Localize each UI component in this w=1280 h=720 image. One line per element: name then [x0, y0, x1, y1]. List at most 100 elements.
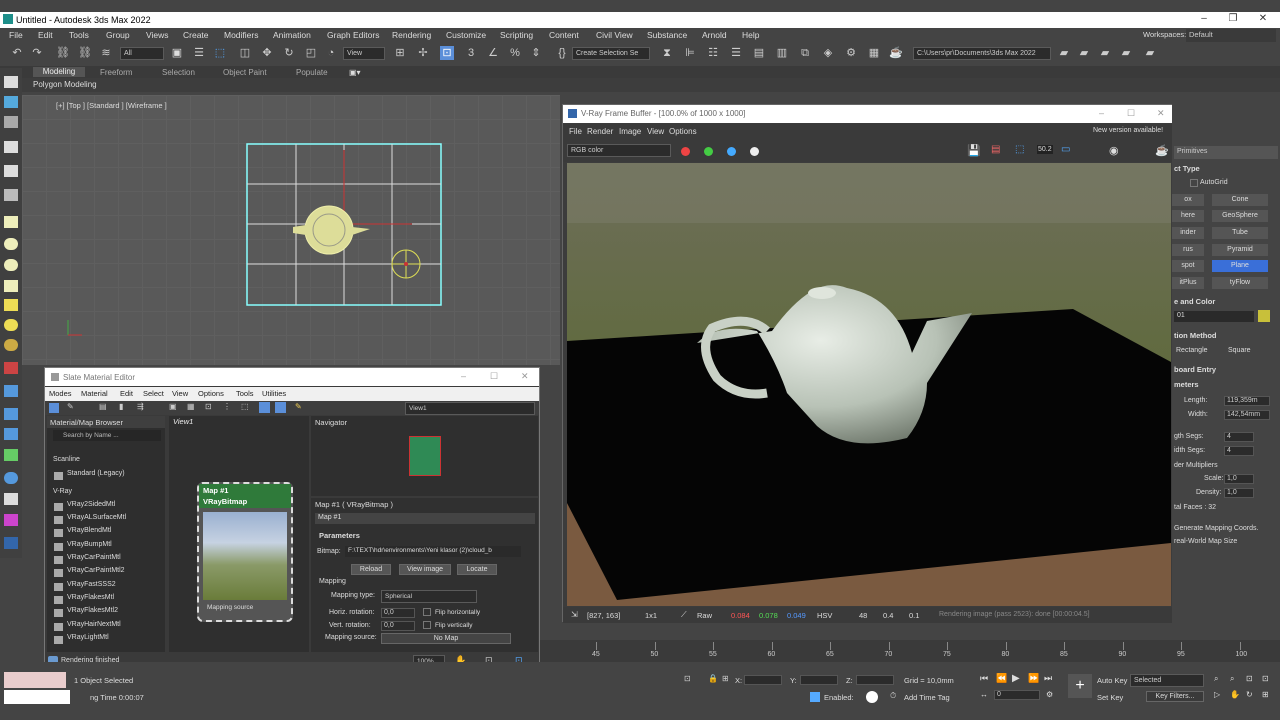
display-icon[interactable]	[4, 165, 18, 177]
reload-button[interactable]: Reload	[351, 564, 391, 575]
layout-all-icon[interactable]: ⊡	[205, 402, 212, 411]
light-tool-icon[interactable]	[4, 299, 18, 311]
list-item[interactable]: VRayCarPaintMtl	[54, 554, 121, 566]
utilities-icon[interactable]	[4, 189, 18, 201]
select-tool-icon[interactable]	[49, 403, 59, 413]
z-coord-input[interactable]	[856, 675, 894, 685]
torus-button[interactable]: rus	[1172, 244, 1204, 256]
toggle-layer-explorer-icon[interactable]: ☰	[729, 46, 743, 60]
bind-space-warp-icon[interactable]: ≋	[99, 46, 113, 60]
polygon-modeling-label[interactable]: Polygon Modeling	[33, 80, 97, 89]
menu-modifiers[interactable]: Modifiers	[224, 30, 258, 40]
sme-menu-modes[interactable]: Modes	[49, 389, 72, 398]
vfb-menu-image[interactable]: Image	[619, 127, 641, 136]
cone-tool-icon[interactable]	[4, 280, 18, 292]
timeline[interactable]: 45 50 55 60 65 70 75 80 85 90 95 100	[540, 640, 1280, 662]
vray-tool-icon[interactable]	[4, 493, 18, 505]
create-icon[interactable]	[4, 76, 18, 88]
sphere-tool-icon[interactable]	[4, 238, 18, 250]
render-map-icon[interactable]: ✎	[295, 402, 302, 411]
material-map-browser-icon[interactable]: ⬚	[241, 402, 249, 411]
horiz-rotation-input[interactable]: 0,0	[381, 608, 415, 618]
minimize-icon[interactable]: –	[1196, 13, 1212, 24]
show-map-icon[interactable]: ▣	[169, 402, 177, 411]
navigator-preview[interactable]	[409, 436, 441, 476]
keyboard-shortcut-toggle-icon[interactable]: ⊡	[440, 46, 454, 60]
list-item[interactable]: VRay2SidedMtl	[53, 501, 115, 513]
toggle-scene-explorer-icon[interactable]: ☷	[706, 46, 720, 60]
named-selection-set-select[interactable]: Create Selection Se	[572, 47, 650, 60]
spinner-snap-icon[interactable]: ⇕	[529, 46, 543, 60]
view-select[interactable]: View1	[405, 402, 535, 415]
rotate-icon[interactable]: ↻	[282, 46, 296, 60]
key-filters-button[interactable]: Key Filters...	[1146, 691, 1204, 702]
material-editor-icon[interactable]: ◈	[821, 46, 835, 60]
project-settings-icon[interactable]: ▰	[1119, 46, 1133, 60]
vfb-menu-file[interactable]: File	[569, 127, 582, 136]
raw-mode[interactable]: Raw	[697, 611, 712, 620]
tab-object-paint[interactable]: Object Paint	[223, 68, 267, 77]
vfb-menu-options[interactable]: Options	[669, 127, 697, 136]
move-children-icon[interactable]: ⇶	[137, 402, 144, 411]
sme-menu-edit[interactable]: Edit	[120, 389, 133, 398]
vfb-menu-view[interactable]: View	[647, 127, 664, 136]
menu-rendering[interactable]: Rendering	[392, 30, 431, 40]
list-item[interactable]: VRayHairNextMtl	[54, 621, 121, 633]
menu-group[interactable]: Group	[106, 30, 130, 40]
scale-icon[interactable]: ◰	[304, 46, 318, 60]
parameters-rollout-cmd[interactable]: meters	[1174, 380, 1199, 389]
camera-tool-icon[interactable]	[4, 428, 18, 440]
cone-button[interactable]: Cone	[1212, 194, 1268, 206]
maximize-viewport-icon[interactable]: ⊞	[1262, 690, 1269, 699]
name-color-rollout[interactable]: e and Color	[1174, 297, 1215, 306]
ribbon-options-icon[interactable]: ▣▾	[349, 68, 361, 77]
scanline-group[interactable]: Scanline	[53, 456, 80, 463]
cylinder-tool-icon[interactable]	[4, 259, 18, 271]
assign-material-icon[interactable]: ▤	[99, 402, 107, 411]
cylinder-button[interactable]: inder	[1172, 227, 1204, 239]
motion-icon[interactable]	[4, 141, 18, 153]
pick-material-icon[interactable]: ✎	[67, 402, 74, 411]
map-name-field[interactable]: Map #1	[315, 513, 535, 524]
keyboard-entry-rollout[interactable]: board Entry	[1174, 365, 1216, 374]
workspace-select[interactable]: Default	[1186, 29, 1276, 42]
square-radio[interactable]: Square	[1228, 347, 1251, 354]
manipulate-icon[interactable]: ✢	[416, 46, 430, 60]
bitmap-path-field[interactable]: F:\TEXT\hdr\environments\Yeni klasor (2)…	[345, 546, 521, 557]
tab-modeling[interactable]: Modeling	[33, 67, 85, 77]
menu-create[interactable]: Create	[183, 30, 209, 40]
vfb-maximize-icon[interactable]: ☐	[1127, 108, 1135, 119]
toggle-ribbon-icon[interactable]: ▤	[752, 46, 766, 60]
create-project-icon[interactable]: ▰	[1098, 46, 1112, 60]
modify-icon[interactable]	[4, 96, 18, 108]
rect-selection-icon[interactable]: ⬚	[213, 46, 227, 60]
move-icon[interactable]: ✥	[260, 46, 274, 60]
color-space[interactable]: HSV	[817, 611, 832, 620]
auto-key-button[interactable]: Auto Key	[1097, 676, 1127, 685]
tab-populate[interactable]: Populate	[296, 68, 328, 77]
current-frame-input[interactable]: 0	[994, 690, 1040, 700]
pyramid-button[interactable]: Pyramid	[1212, 244, 1268, 256]
object-type-rollout[interactable]: ct Type	[1174, 164, 1200, 173]
set-key-button[interactable]: Set Key	[1097, 693, 1123, 702]
map-node[interactable]: Map #1 VRayBitmap Mapping source	[197, 482, 293, 622]
redo-icon[interactable]: ↷	[30, 46, 44, 60]
locate-button[interactable]: Locate	[457, 564, 497, 575]
pivot-center-icon[interactable]: ⊞	[393, 46, 407, 60]
browser-search-input[interactable]: Search by Name ...	[53, 430, 161, 441]
vfb-menu-render[interactable]: Render	[587, 127, 613, 136]
list-item[interactable]: VRayALSurfaceMtl	[53, 514, 126, 526]
menu-views[interactable]: Views	[146, 30, 169, 40]
project-folder-icon[interactable]: ▰	[1057, 46, 1071, 60]
menu-customize[interactable]: Customize	[446, 30, 486, 40]
helper-tool-icon[interactable]	[4, 362, 18, 374]
sme-menu-select[interactable]: Select	[143, 389, 164, 398]
unlink-icon[interactable]: ⛓	[78, 46, 92, 60]
shape-tool-icon[interactable]	[4, 449, 18, 461]
box-tool-icon[interactable]	[4, 216, 18, 228]
width-segs-input[interactable]: 4	[1224, 446, 1254, 456]
select-by-name-icon[interactable]: ☰	[192, 46, 206, 60]
mapping-source-button[interactable]: No Map	[381, 633, 511, 644]
go-to-end-icon[interactable]: ⏭	[1044, 673, 1052, 684]
tyflow-button[interactable]: tyFlow	[1212, 277, 1268, 289]
